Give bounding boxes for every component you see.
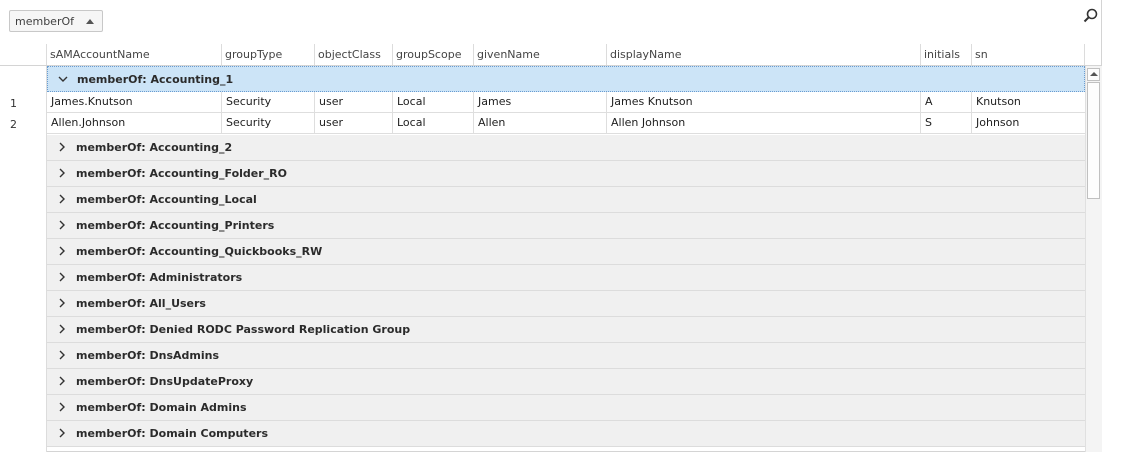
chevron-right-icon[interactable] (57, 427, 67, 439)
group-row-domain-computers[interactable]: memberOf: Domain Computers (47, 421, 1085, 447)
column-header-sn[interactable]: sn (972, 44, 1085, 65)
chevron-right-icon[interactable] (57, 375, 67, 387)
group-row-administrators[interactable]: memberOf: Administrators (47, 265, 1085, 291)
cell-displayname[interactable]: Allen Johnson (607, 113, 921, 133)
column-header-grouptype[interactable]: groupType (222, 44, 315, 65)
column-header-samaccountname[interactable]: sAMAccountName (47, 44, 222, 65)
arrow-up-icon (1090, 72, 1098, 76)
search-icon[interactable] (1082, 7, 1100, 25)
group-row-dnsupdateproxy[interactable]: memberOf: DnsUpdateProxy (47, 369, 1085, 395)
cell-grouptype[interactable]: Security (222, 113, 315, 133)
chevron-right-icon[interactable] (57, 141, 67, 153)
cell-groupscope[interactable]: Local (393, 92, 474, 112)
chevron-right-icon[interactable] (57, 297, 67, 309)
cell-groupscope[interactable]: Local (393, 113, 474, 133)
group-row-accounting-printers[interactable]: memberOf: Accounting_Printers (47, 213, 1085, 239)
column-header-initials[interactable]: initials (921, 44, 972, 65)
group-row-accounting-folder-ro[interactable]: memberOf: Accounting_Folder_RO (47, 161, 1085, 187)
group-row-label: memberOf: Accounting_Folder_RO (76, 167, 287, 180)
group-row-label: memberOf: Accounting_2 (76, 141, 233, 154)
row-indicator-column: 1 2 (0, 66, 47, 452)
cell-samaccountname[interactable]: James.Knutson (47, 92, 222, 112)
chevron-right-icon[interactable] (57, 245, 67, 257)
cell-givenname[interactable]: Allen (474, 113, 607, 133)
group-row-label: memberOf: Domain Admins (76, 401, 247, 414)
group-row-all-users[interactable]: memberOf: All_Users (47, 291, 1085, 317)
group-by-panel: memberOf (0, 0, 1102, 44)
scroll-thumb[interactable] (1087, 82, 1100, 199)
sort-ascending-icon (86, 19, 94, 24)
cell-displayname[interactable]: James Knutson (607, 92, 921, 112)
cell-sn[interactable]: Johnson (972, 113, 1085, 133)
group-row-label: memberOf: Accounting_Local (76, 193, 257, 206)
group-row-accounting-2[interactable]: memberOf: Accounting_2 (47, 135, 1085, 161)
chevron-right-icon[interactable] (57, 401, 67, 413)
cell-initials[interactable]: A (921, 92, 972, 112)
group-row-label: memberOf: Accounting_1 (77, 73, 234, 86)
chevron-right-icon[interactable] (57, 323, 67, 335)
column-header-displayname[interactable]: displayName (607, 44, 921, 65)
group-by-chip-memberof[interactable]: memberOf (9, 10, 103, 32)
column-header-indicator (0, 44, 47, 65)
table-row[interactable]: Allen.Johnson Security user Local Allen … (47, 113, 1085, 134)
group-row-denied-rodc[interactable]: memberOf: Denied RODC Password Replicati… (47, 317, 1085, 343)
group-row-label: memberOf: Accounting_Quickbooks_RW (76, 245, 323, 258)
scroll-up-button[interactable] (1087, 68, 1100, 81)
row-number: 2 (10, 118, 17, 131)
chevron-down-icon[interactable] (58, 73, 68, 85)
group-row-accounting-1[interactable]: memberOf: Accounting_1 (47, 66, 1085, 92)
cell-initials[interactable]: S (921, 113, 972, 133)
cell-sn[interactable]: Knutson (972, 92, 1085, 112)
vertical-scrollbar[interactable] (1085, 66, 1102, 452)
chevron-right-icon[interactable] (57, 349, 67, 361)
group-row-domain-admins[interactable]: memberOf: Domain Admins (47, 395, 1085, 421)
cell-grouptype[interactable]: Security (222, 92, 315, 112)
column-header-row: sAMAccountName groupType objectClass gro… (0, 44, 1102, 66)
cell-objectclass[interactable]: user (315, 113, 393, 133)
group-by-chip-label: memberOf (15, 15, 75, 28)
chevron-right-icon[interactable] (57, 193, 67, 205)
group-row-accounting-local[interactable]: memberOf: Accounting_Local (47, 187, 1085, 213)
group-row-accounting-quickbooks-rw[interactable]: memberOf: Accounting_Quickbooks_RW (47, 239, 1085, 265)
cell-givenname[interactable]: James (474, 92, 607, 112)
row-number: 1 (10, 97, 17, 110)
group-row-dnsadmins[interactable]: memberOf: DnsAdmins (47, 343, 1085, 369)
group-row-label: memberOf: Domain Computers (76, 427, 269, 440)
group-row-label: memberOf: Accounting_Printers (76, 219, 275, 232)
cell-samaccountname[interactable]: Allen.Johnson (47, 113, 222, 133)
group-row-label: memberOf: All_Users (76, 297, 206, 310)
table-row[interactable]: James.Knutson Security user Local James … (47, 92, 1085, 113)
grid-view: memberOf sAMAccountName groupType object… (0, 0, 1102, 452)
chevron-right-icon[interactable] (57, 167, 67, 179)
column-header-groupscope[interactable]: groupScope (393, 44, 474, 65)
column-header-givenname[interactable]: givenName (474, 44, 607, 65)
group-row-label: memberOf: Denied RODC Password Replicati… (76, 323, 411, 336)
chevron-right-icon[interactable] (57, 219, 67, 231)
chevron-right-icon[interactable] (57, 271, 67, 283)
cell-objectclass[interactable]: user (315, 92, 393, 112)
group-row-label: memberOf: Administrators (76, 271, 243, 284)
group-row-label: memberOf: DnsUpdateProxy (76, 375, 254, 388)
group-row-label: memberOf: DnsAdmins (76, 349, 220, 362)
column-header-objectclass[interactable]: objectClass (315, 44, 393, 65)
